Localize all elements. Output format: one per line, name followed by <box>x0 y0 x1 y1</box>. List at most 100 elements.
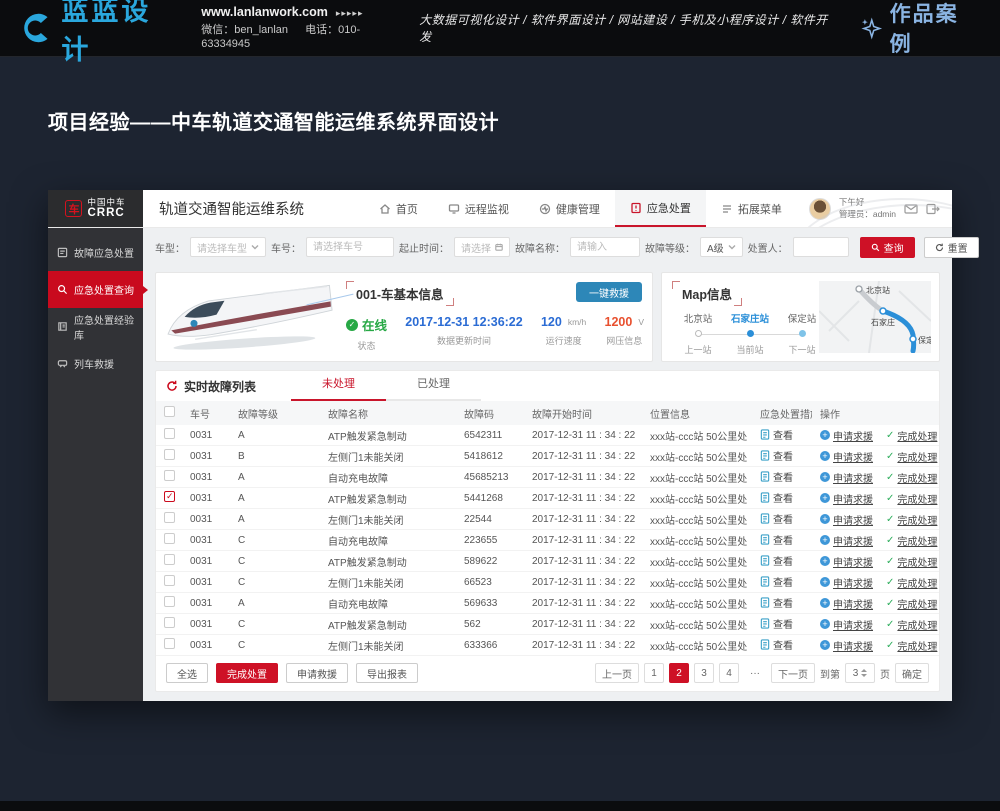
check-icon: ✓ <box>886 556 894 567</box>
sidebar-item-emergency-query[interactable]: 应急处置查询 <box>48 271 143 308</box>
cell-location: xxx站-ccc站 50公里处 <box>642 575 752 590</box>
page-3[interactable]: 3 <box>694 663 714 683</box>
goto-page-stepper[interactable]: 3 <box>845 663 875 683</box>
row-checkbox[interactable] <box>164 512 175 523</box>
view-link[interactable]: 查看 <box>760 469 793 484</box>
fault-level-select[interactable]: A级 <box>700 237 743 257</box>
confirm-button[interactable]: 确定 <box>895 663 929 683</box>
reset-button[interactable]: 重置 <box>924 237 979 258</box>
rescue-link[interactable]: +申请求援 <box>820 596 873 611</box>
done-link[interactable]: ✓完成处理 <box>886 533 937 548</box>
train-no-input[interactable] <box>306 237 394 257</box>
done-link[interactable]: ✓完成处理 <box>886 512 937 527</box>
prev-page-button[interactable]: 上一页 <box>595 663 639 683</box>
table-row: 0031 A 自动充电故障 569633 2017-12-31 11 : 34 … <box>156 593 939 614</box>
rescue-link[interactable]: +申请求援 <box>820 491 873 506</box>
tab-done[interactable]: 已处理 <box>386 371 481 401</box>
done-link[interactable]: ✓完成处理 <box>886 470 937 485</box>
view-link[interactable]: 查看 <box>760 511 793 526</box>
done-link[interactable]: ✓完成处理 <box>886 575 937 590</box>
view-link[interactable]: 查看 <box>760 553 793 568</box>
tab-pending[interactable]: 未处理 <box>291 371 386 401</box>
wechat-label: 微信：ben_lanlan <box>201 24 288 36</box>
website-link[interactable]: www.lanlanwork.com <box>201 5 328 19</box>
logout-icon[interactable] <box>926 203 940 215</box>
rescue-link[interactable]: +申请求援 <box>820 533 873 548</box>
done-link[interactable]: ✓完成处理 <box>886 554 937 569</box>
sidebar-item-train-rescue[interactable]: 列车救援 <box>48 345 143 382</box>
apply-rescue-button[interactable]: 申请救援 <box>286 663 348 683</box>
rescue-link[interactable]: +申请求援 <box>820 470 873 485</box>
sidebar-item-fault-handling[interactable]: 故障应急处置 <box>48 234 143 271</box>
rescue-link[interactable]: +申请求援 <box>820 617 873 632</box>
rescue-link[interactable]: +申请求援 <box>820 449 873 464</box>
rescue-link[interactable]: +申请求援 <box>820 638 873 653</box>
done-link[interactable]: ✓完成处理 <box>886 596 937 611</box>
search-button[interactable]: 查询 <box>860 237 915 258</box>
view-link[interactable]: 查看 <box>760 637 793 652</box>
table-row: 0031 B 左侧门1未能关闭 5418612 2017-12-31 11 : … <box>156 446 939 467</box>
handler-input[interactable] <box>793 237 849 257</box>
nav-label: 首页 <box>396 201 418 217</box>
export-report-button[interactable]: 导出报表 <box>356 663 418 683</box>
mail-icon[interactable] <box>904 203 918 215</box>
page-4[interactable]: 4 <box>719 663 739 683</box>
view-link[interactable]: 查看 <box>760 616 793 631</box>
done-link[interactable]: ✓完成处理 <box>886 617 937 632</box>
view-link[interactable]: 查看 <box>760 532 793 547</box>
complete-handle-button[interactable]: 完成处置 <box>216 663 278 683</box>
row-checkbox[interactable] <box>164 617 175 628</box>
view-link[interactable]: 查看 <box>760 595 793 610</box>
done-link[interactable]: ✓完成处理 <box>886 638 937 653</box>
done-link[interactable]: ✓完成处理 <box>886 428 937 443</box>
row-checkbox[interactable] <box>164 491 175 502</box>
nav-item-health[interactable]: 健康管理 <box>524 190 615 227</box>
row-checkbox[interactable] <box>164 449 175 460</box>
sidebar-item-experience-library[interactable]: 应急处置经验库 <box>48 308 143 345</box>
rescue-link[interactable]: +申请求援 <box>820 512 873 527</box>
fault-name-input[interactable] <box>570 237 640 257</box>
time-range-picker[interactable]: 请选择 <box>454 237 510 257</box>
cell-train-no: 0031 <box>182 514 230 525</box>
done-link[interactable]: ✓完成处理 <box>886 491 937 506</box>
train-panel-title: 001-车基本信息 <box>346 281 454 306</box>
select-all-checkbox[interactable] <box>164 406 175 417</box>
row-checkbox[interactable] <box>164 428 175 439</box>
lanlan-logo[interactable]: 蓝蓝设计 <box>20 0 179 67</box>
avatar[interactable] <box>809 198 831 220</box>
row-checkbox[interactable] <box>164 554 175 565</box>
contact-info: www.lanlanwork.com▸▸▸▸▸ 微信：ben_lanlan 电话… <box>201 4 419 53</box>
row-checkbox[interactable] <box>164 533 175 544</box>
view-link[interactable]: 查看 <box>760 427 793 442</box>
row-checkbox[interactable] <box>164 575 175 586</box>
view-link[interactable]: 查看 <box>760 574 793 589</box>
stepper-arrows-icon[interactable] <box>861 669 867 677</box>
mini-map[interactable]: 北京站 石家庄 保定 <box>819 281 931 353</box>
rescue-link[interactable]: +申请求援 <box>820 575 873 590</box>
rescue-link[interactable]: +申请求援 <box>820 554 873 569</box>
page-2-active[interactable]: 2 <box>669 663 689 683</box>
refresh-icon[interactable] <box>166 380 178 392</box>
row-checkbox[interactable] <box>164 596 175 607</box>
view-link[interactable]: 查看 <box>760 448 793 463</box>
view-link[interactable]: 查看 <box>760 490 793 505</box>
next-page-button[interactable]: 下一页 <box>771 663 815 683</box>
page-1[interactable]: 1 <box>644 663 664 683</box>
one-key-rescue-button[interactable]: 一键救援 <box>576 282 642 302</box>
nav-item-home[interactable]: 首页 <box>364 190 433 227</box>
done-link[interactable]: ✓完成处理 <box>886 449 937 464</box>
train-type-select[interactable]: 请选择车型 <box>190 237 266 257</box>
portfolio-link[interactable]: 作品案例 <box>859 0 980 58</box>
cell-fault-code: 5418612 <box>456 451 524 462</box>
nav-item-remote-monitor[interactable]: 远程监视 <box>433 190 524 227</box>
row-checkbox[interactable] <box>164 638 175 649</box>
cell-fault-code: 569633 <box>456 598 524 609</box>
nav-item-extended-menu[interactable]: 拓展菜单 <box>706 190 797 227</box>
rescue-link[interactable]: +申请求援 <box>820 428 873 443</box>
row-checkbox[interactable] <box>164 470 175 481</box>
cell-start-time: 2017-12-31 11 : 34 : 22 <box>524 472 642 483</box>
nav-item-emergency[interactable]: 应急处置 <box>615 190 706 227</box>
select-all-button[interactable]: 全选 <box>166 663 208 683</box>
nav-label: 远程监视 <box>465 201 509 217</box>
monitor-icon <box>448 203 460 215</box>
